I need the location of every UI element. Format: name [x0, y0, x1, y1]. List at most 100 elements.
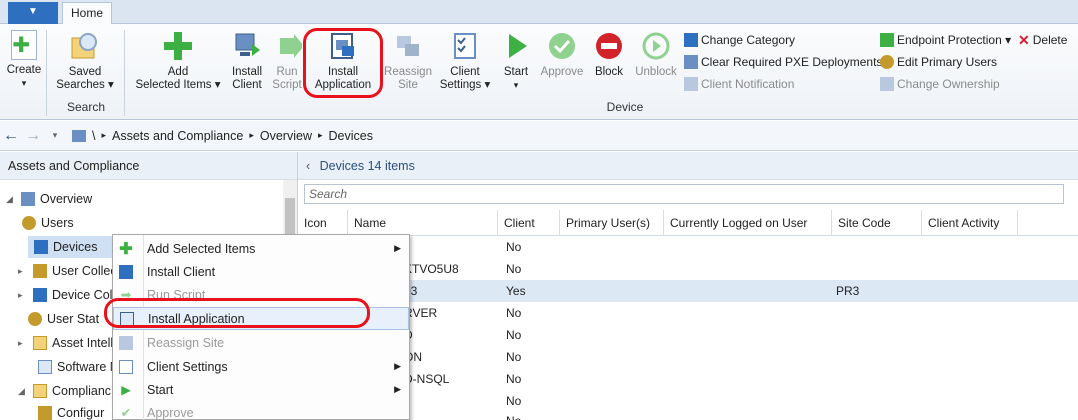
column-header-client[interactable]: Client	[498, 210, 560, 235]
menu-item-add-selected-items[interactable]: ✚ Add Selected Items ▶	[113, 237, 409, 260]
endpoint-protection-button[interactable]: Endpoint Protection ▾	[880, 32, 1011, 48]
history-dropdown-icon[interactable]: ▾	[44, 130, 66, 141]
approve-icon: ✔	[120, 406, 132, 420]
clear-pxe-button[interactable]: Clear Required PXE Deployments	[684, 54, 882, 70]
change-ownership-button[interactable]: Change Ownership	[880, 76, 1000, 92]
back-arrow-icon[interactable]: ←	[0, 127, 22, 145]
expanded-caret-icon[interactable]: ◢	[18, 380, 28, 402]
table-row[interactable]: KTVO5U8 No	[298, 258, 1078, 280]
tree-item-users[interactable]: Users	[22, 212, 74, 234]
table-row[interactable]: No	[298, 410, 1078, 420]
table-row[interactable]: ON No	[298, 346, 1078, 368]
expanded-caret-icon[interactable]: ◢	[6, 188, 16, 210]
device-collections-icon	[33, 288, 47, 302]
forward-arrow-icon[interactable]: →	[22, 127, 44, 145]
column-header-primary-users[interactable]: Primary User(s)	[560, 210, 664, 235]
block-button[interactable]: Block	[590, 30, 628, 79]
delete-button[interactable]: ✕ Delete	[1018, 32, 1067, 48]
menu-item-install-client[interactable]: Install Client	[113, 260, 409, 283]
cell-client: Yes	[506, 284, 526, 298]
collapse-arrow-icon[interactable]: ‹	[306, 159, 310, 173]
tree-item-configuration[interactable]: Configur	[38, 402, 104, 420]
tree-item-user-collections[interactable]: ▸ User Collec	[18, 260, 117, 282]
tab-home[interactable]: Home	[62, 2, 112, 25]
tree-item-overview[interactable]: ◢ Overview	[6, 188, 92, 210]
tree-label-devices: Devices	[53, 240, 98, 254]
column-header-name[interactable]: Name	[348, 210, 498, 235]
tree-item-asset-intelligence[interactable]: ▸ Asset Intell	[18, 332, 113, 354]
search-input[interactable]: Search	[304, 184, 1064, 204]
collapsed-caret-icon[interactable]: ▸	[18, 332, 28, 354]
install-client-label-1: Install	[231, 66, 263, 78]
menu-item-client-settings[interactable]: Client Settings ▶	[113, 355, 409, 378]
table-row[interactable]: 03 Yes PR3	[298, 280, 1078, 302]
approve-button[interactable]: Approve	[538, 30, 586, 79]
change-category-label: Change Category	[701, 33, 796, 47]
table-row[interactable]: No	[298, 390, 1078, 412]
cell-client: No	[506, 350, 522, 364]
collapsed-caret-icon[interactable]: ▸	[18, 260, 28, 282]
run-script-button[interactable]: Run Script	[272, 30, 302, 92]
column-header-client-activity[interactable]: Client Activity	[922, 210, 1018, 235]
breadcrumb-devices[interactable]: Devices	[329, 129, 373, 143]
start-button[interactable]: Start ▾	[498, 30, 534, 92]
tree-label-overview: Overview	[40, 192, 93, 206]
cell-client: No	[506, 410, 521, 420]
table-row[interactable]: D No	[298, 324, 1078, 346]
submenu-arrow-icon: ▶	[394, 361, 401, 371]
tree-item-software-metering[interactable]: Software M	[38, 356, 120, 378]
column-header-logged-on-user[interactable]: Currently Logged on User	[664, 210, 832, 235]
devices-pane-title: ‹ Devices 14 items	[298, 152, 1078, 180]
start-icon	[509, 34, 527, 58]
change-category-button[interactable]: Change Category	[684, 32, 795, 48]
table-row[interactable]: RVER No	[298, 302, 1078, 324]
breadcrumb-assets[interactable]: Assets and Compliance	[112, 129, 243, 143]
unblock-button[interactable]: Unblock	[632, 30, 680, 79]
saved-searches-label-2: Searches ▾	[56, 79, 114, 91]
menu-item-approve[interactable]: ✔ Approve	[113, 401, 409, 420]
file-menu-tab[interactable]: ▼	[8, 2, 58, 24]
tree-item-device-collections[interactable]: ▸ Device Coll	[18, 284, 115, 306]
edit-primary-users-button[interactable]: Edit Primary Users	[880, 54, 997, 70]
client-settings-button[interactable]: Client Settings ▾	[438, 30, 492, 92]
menu-label: Start	[147, 382, 174, 397]
user-collections-icon	[33, 264, 47, 278]
clear-pxe-label: Clear Required PXE Deployments	[701, 55, 883, 69]
search-group-label: Search	[66, 100, 106, 114]
block-label: Block	[594, 66, 624, 78]
add-selected-items-button[interactable]: Add Selected Items ▾	[134, 30, 222, 92]
menu-item-reassign-site[interactable]: Reassign Site	[113, 331, 409, 354]
menu-item-start[interactable]: ▶ Start ▶	[113, 378, 409, 401]
cell-name: KTVO5U8	[404, 262, 459, 276]
breadcrumb-root[interactable]: \	[92, 129, 95, 143]
endpoint-protection-icon	[880, 33, 894, 47]
tree-label-device-collections: Device Coll	[52, 288, 116, 302]
create-button[interactable]: Create ▾	[6, 30, 42, 90]
tree-item-compliance[interactable]: ◢ Complianc	[18, 380, 111, 402]
install-application-highlight	[303, 28, 383, 98]
client-notification-button[interactable]: Client Notification	[684, 76, 794, 92]
column-header-icon[interactable]: Icon	[298, 210, 348, 235]
table-row[interactable]: No	[298, 236, 1078, 258]
table-row[interactable]: D-NSQL No	[298, 368, 1078, 390]
edit-primary-users-label: Edit Primary Users	[897, 55, 998, 69]
change-ownership-label: Change Ownership	[897, 77, 1000, 91]
install-client-button[interactable]: Install Client	[226, 30, 268, 92]
client-settings-label-2: Settings ▾	[439, 79, 491, 91]
unblock-label: Unblock	[635, 66, 677, 78]
tree-label-user-state: User Stat	[47, 312, 100, 326]
scrollbar-thumb[interactable]	[285, 198, 295, 238]
cell-client: No	[506, 262, 522, 276]
saved-searches-button[interactable]: Saved Searches ▾	[54, 30, 116, 92]
tree-item-user-state[interactable]: User Stat	[28, 308, 99, 330]
reassign-site-button[interactable]: Reassign Site	[382, 30, 434, 92]
devices-count-label: Devices 14 items	[319, 159, 415, 173]
collapsed-caret-icon[interactable]: ▸	[18, 284, 28, 306]
devices-table-header: Icon Name Client Primary User(s) Current…	[298, 210, 1078, 236]
tree-item-devices[interactable]: Devices	[28, 236, 118, 258]
create-icon	[11, 30, 37, 60]
breadcrumb-overview[interactable]: Overview	[260, 129, 312, 143]
tree-label-users: Users	[41, 216, 74, 230]
column-header-site-code[interactable]: Site Code	[832, 210, 922, 235]
users-icon	[880, 55, 894, 69]
